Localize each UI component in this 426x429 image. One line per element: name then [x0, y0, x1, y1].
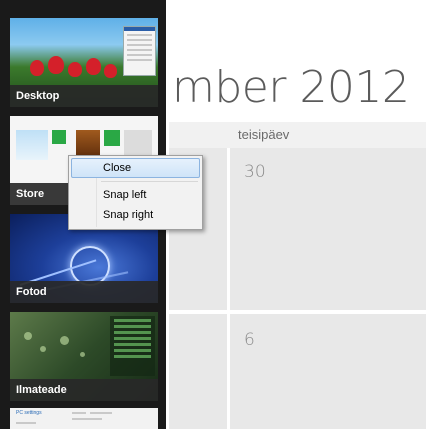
calendar-day-header: teisipäev	[238, 127, 290, 142]
calendar-day-cell[interactable]	[169, 314, 227, 429]
context-menu: Close Snap left Snap right	[68, 155, 203, 230]
menu-item-snap-left[interactable]: Snap left	[71, 185, 200, 205]
switcher-item-label: Ilmateade	[10, 379, 158, 401]
menu-item-label: Snap right	[103, 209, 154, 221]
calendar-day-header-bar	[169, 122, 426, 148]
menu-item-close[interactable]: Close	[71, 158, 200, 178]
calendar-day-cell[interactable]: 6	[230, 314, 426, 429]
partial-item-text: PC settings	[16, 410, 42, 416]
switcher-item-label: Desktop	[10, 85, 158, 107]
calendar-day-cell[interactable]: 30	[230, 148, 426, 310]
calendar-month-title: mber 2012	[172, 62, 410, 113]
calendar-day-number: 6	[244, 330, 255, 350]
switcher-item-desktop[interactable]: Desktop	[10, 18, 158, 107]
menu-item-label: Close	[103, 162, 132, 174]
switcher-item-ilmateade[interactable]: Ilmateade	[10, 312, 158, 401]
switcher-item-partial[interactable]: PC settings	[10, 408, 158, 429]
menu-separator	[101, 181, 198, 182]
menu-item-label: Snap left	[103, 189, 147, 201]
calendar-day-number: 30	[244, 162, 266, 182]
menu-item-snap-right[interactable]: Snap right	[71, 205, 200, 225]
switcher-item-label: Fotod	[10, 281, 158, 303]
